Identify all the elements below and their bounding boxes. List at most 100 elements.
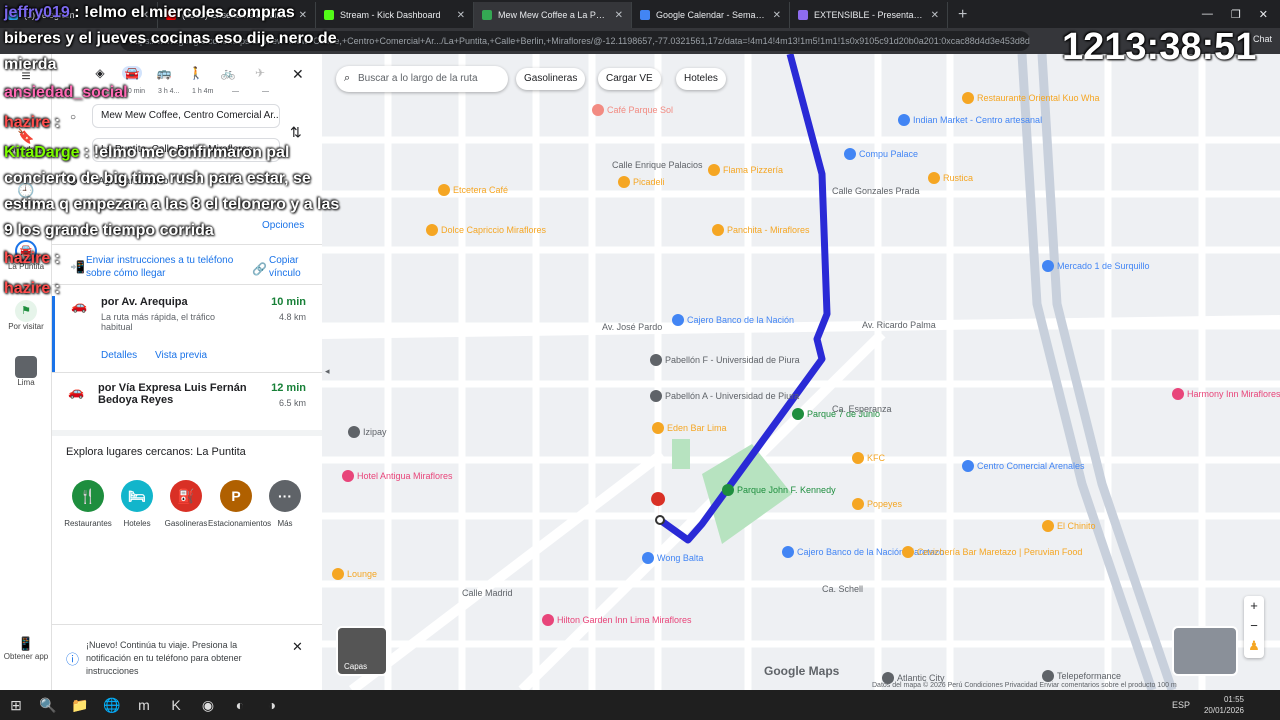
map-place-label[interactable]: Lounge xyxy=(332,568,377,580)
chip-ev-charging[interactable]: Cargar VE xyxy=(598,68,661,90)
street-label: Calle Gonzales Prada xyxy=(832,186,920,196)
taskbar-app-icon[interactable]: 🔍 xyxy=(32,690,64,720)
map-place-label[interactable]: Parque John F. Kennedy xyxy=(722,484,836,496)
collapse-panel-button[interactable]: ◂ xyxy=(325,366,330,377)
map-place-label[interactable]: Café Parque Sol xyxy=(592,104,673,116)
map-place-label[interactable]: Wong Balta xyxy=(642,552,703,564)
zoom-out-button[interactable]: − xyxy=(1244,616,1264,636)
phone-icon: 📱 xyxy=(17,636,35,651)
browser-tab[interactable]: Mew Mew Coffee a La Puntita, Ca... ✕ xyxy=(474,2,632,28)
map-place-label[interactable]: Dolce Capriccio Miraflores xyxy=(426,224,546,236)
map-place-label[interactable]: Flama Pizzería xyxy=(708,164,783,176)
map-place-label[interactable]: Izipay xyxy=(348,426,387,438)
route-preview-link[interactable]: Vista previa xyxy=(155,350,207,361)
map-place-label[interactable]: Picadeli xyxy=(618,176,665,188)
street-label: Calle Madrid xyxy=(462,588,513,598)
map-place-label[interactable]: Hotel Antigua Miraflores xyxy=(342,470,453,482)
taskbar-app-icon[interactable]: m xyxy=(128,690,160,720)
street-label: Ca. Esperanza xyxy=(832,404,892,414)
category-hotels[interactable]: 🛏 Hoteles xyxy=(109,480,165,529)
taskbar-app-icon[interactable]: 🌐 xyxy=(96,690,128,720)
map-place-label[interactable]: Eden Bar Lima xyxy=(652,422,727,434)
rail-item-to-visit[interactable]: ⚑ Por visitar xyxy=(0,300,52,331)
close-tab-icon[interactable]: ✕ xyxy=(615,10,623,21)
place-pin-icon xyxy=(782,546,794,558)
rail-item-lima[interactable]: Lima xyxy=(0,356,52,387)
place-pin-icon xyxy=(898,114,910,126)
new-tab-button[interactable]: + xyxy=(948,2,977,28)
google-maps-logo: Google Maps xyxy=(764,664,840,678)
chat-username: ansiedad_social xyxy=(4,84,128,101)
map-place-label[interactable]: KFC xyxy=(852,452,885,464)
map-place-label[interactable]: Compu Palace xyxy=(844,148,918,160)
place-pin-icon xyxy=(438,184,450,196)
window-controls: — ❐ ✕ xyxy=(1202,0,1280,28)
route-option-2[interactable]: 🚗 por Vía Expresa Luis Fernán Bedoya Rey… xyxy=(52,382,322,432)
route-search-input[interactable]: Buscar a lo largo de la ruta xyxy=(336,66,508,92)
map-place-label[interactable]: Panchita - Miraflores xyxy=(712,224,810,236)
close-tab-icon[interactable]: ✕ xyxy=(931,10,939,21)
chip-hotels[interactable]: Hoteles xyxy=(676,68,726,90)
place-pin-icon xyxy=(618,176,630,188)
map-place-label[interactable]: Centro Comercial Arenales xyxy=(962,460,1085,472)
map-place-label[interactable]: Popeyes xyxy=(852,498,902,510)
place-pin-icon xyxy=(902,546,914,558)
language-indicator[interactable]: ESP xyxy=(1172,700,1190,710)
place-pin-icon xyxy=(852,452,864,464)
street-label: Calle Enrique Palacios xyxy=(612,160,703,170)
maximize-button[interactable]: ❐ xyxy=(1231,8,1241,21)
route-option-1[interactable]: 🚗 por Av. Arequipa 10 min 4.8 km La ruta… xyxy=(52,296,322,372)
map-place-label[interactable]: Telepeformance xyxy=(1042,670,1121,682)
map-canvas[interactable]: Buscar a lo largo de la ruta ⌕ Gasoliner… xyxy=(322,54,1280,690)
map-place-label[interactable]: Restaurante Oriental Kuo Wha xyxy=(962,92,1100,104)
route-details-link[interactable]: Detalles xyxy=(101,350,137,361)
map-place-label[interactable]: Pabellón A - Universidad de Piura xyxy=(650,390,799,402)
place-pin-icon xyxy=(542,614,554,626)
browser-tab[interactable]: EXTENSIBLE - Presentación ✕ xyxy=(790,2,948,28)
notice-text: ¡Nuevo! Continúa tu viaje. Presiona la n… xyxy=(86,640,242,676)
minimize-button[interactable]: — xyxy=(1202,8,1213,20)
close-tab-icon[interactable]: ✕ xyxy=(457,10,465,21)
taskbar-app-icon[interactable]: ⊞ xyxy=(0,690,32,720)
category-more[interactable]: ··· Más xyxy=(257,480,313,529)
map-place-label[interactable]: El Chinito xyxy=(1042,520,1096,532)
map-place-label[interactable]: Cevichería Bar Maretazo | Peruvian Food xyxy=(902,546,1082,558)
chat-message: ansiedad_social xyxy=(4,80,344,106)
map-place-label[interactable]: Indian Market - Centro artesanal xyxy=(898,114,1042,126)
flag-icon: ⚑ xyxy=(15,300,37,322)
continue-trip-notice: ⓘ ¡Nuevo! Continúa tu viaje. Presiona la… xyxy=(52,624,322,684)
close-tab-icon[interactable]: ✕ xyxy=(773,10,781,21)
street-view-thumbnail[interactable] xyxy=(1172,626,1238,676)
taskbar-app-icon[interactable]: 📁 xyxy=(64,690,96,720)
place-pin-icon xyxy=(650,354,662,366)
place-pin-icon xyxy=(650,390,662,402)
place-pin-icon xyxy=(722,484,734,496)
taskbar-app-icon[interactable]: ◐ xyxy=(224,690,256,720)
taskbar-app-icon[interactable]: K xyxy=(160,690,192,720)
map-place-label[interactable]: Etcetera Café xyxy=(438,184,508,196)
map-place-label[interactable]: Harmony Inn Miraflores xyxy=(1172,388,1280,400)
taskbar-app-icon[interactable]: ◑ xyxy=(256,690,288,720)
category-restaurants[interactable]: 🍴 Restaurantes xyxy=(60,480,116,529)
map-place-label[interactable]: Mercado 1 de Surquillo xyxy=(1042,260,1150,272)
browser-tab[interactable]: Google Calendar - Semana del 22... ✕ xyxy=(632,2,790,28)
map-place-label[interactable]: Cajero Banco de la Nación xyxy=(672,314,794,326)
map-place-label[interactable]: Hilton Garden Inn Lima Miraflores xyxy=(542,614,692,626)
system-clock[interactable]: 01:55 20/01/2026 xyxy=(1204,694,1244,716)
notice-close-button[interactable]: ✕ xyxy=(292,639,303,655)
layers-button[interactable]: Capas xyxy=(336,626,388,676)
close-window-button[interactable]: ✕ xyxy=(1259,8,1268,21)
search-icon: ⌕ xyxy=(344,72,351,84)
category-parking[interactable]: P Estacionamientos xyxy=(208,480,271,529)
category-gas[interactable]: ⛽ Gasolineras xyxy=(158,480,214,529)
zoom-in-button[interactable]: + xyxy=(1244,596,1264,616)
pegman-icon[interactable]: ♟ xyxy=(1244,636,1264,656)
chip-gas-stations[interactable]: Gasolineras xyxy=(516,68,586,90)
taskbar-app-icon[interactable]: ◉ xyxy=(192,690,224,720)
parking-icon: P xyxy=(220,480,252,512)
rail-item-get-app[interactable]: 📱 Obtener app xyxy=(0,636,52,661)
map-place-label[interactable]: Rustica xyxy=(928,172,973,184)
zoom-controls: + − ♟ xyxy=(1244,596,1264,658)
map-place-label[interactable]: Pabellón F - Universidad de Piura xyxy=(650,354,800,366)
place-pin-icon xyxy=(1172,388,1184,400)
